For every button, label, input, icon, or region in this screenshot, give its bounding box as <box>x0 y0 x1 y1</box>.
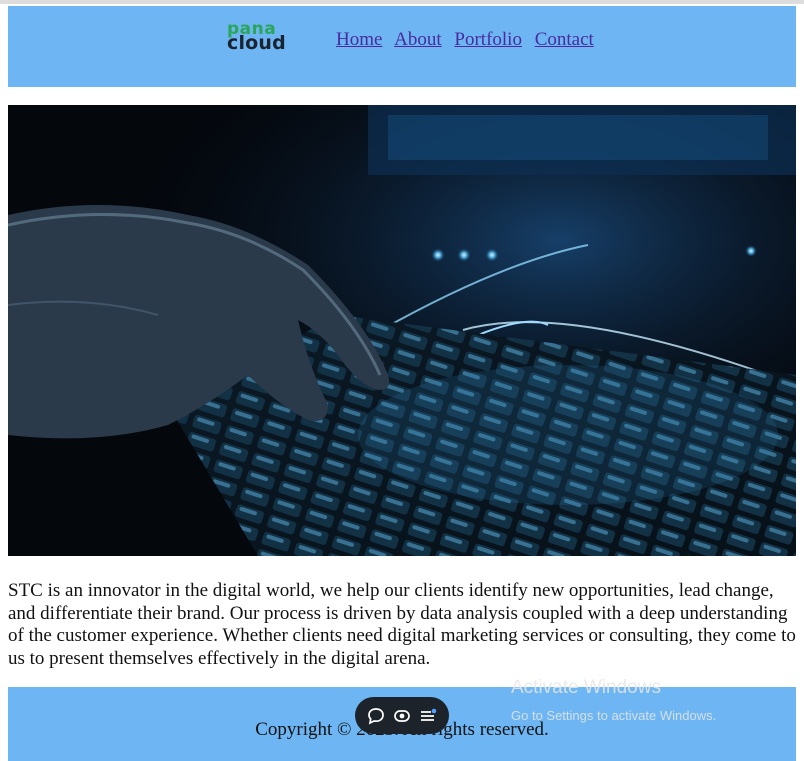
hero-image <box>8 105 796 556</box>
nav-home-link[interactable]: Home <box>336 29 382 50</box>
panacloud-logo[interactable]: pana cloud <box>227 21 307 54</box>
nav-about-link[interactable]: About <box>394 29 442 50</box>
nav-portfolio-link[interactable]: Portfolio <box>454 29 522 50</box>
chat-icon[interactable] <box>365 705 387 727</box>
logo-text-bottom: cloud <box>227 32 286 54</box>
intro-paragraph: STC is an innovator in the digital world… <box>8 580 796 669</box>
floating-toolbar <box>355 697 449 734</box>
browser-top-line <box>0 0 804 4</box>
main-nav: Home About Portfolio Contact <box>336 29 602 51</box>
record-icon[interactable] <box>391 705 413 727</box>
menu-icon[interactable] <box>417 705 439 727</box>
nav-contact-link[interactable]: Contact <box>535 29 594 50</box>
site-header: pana cloud Home About Portfolio Contact <box>8 6 796 87</box>
keyboard-hands-photo <box>8 105 796 556</box>
